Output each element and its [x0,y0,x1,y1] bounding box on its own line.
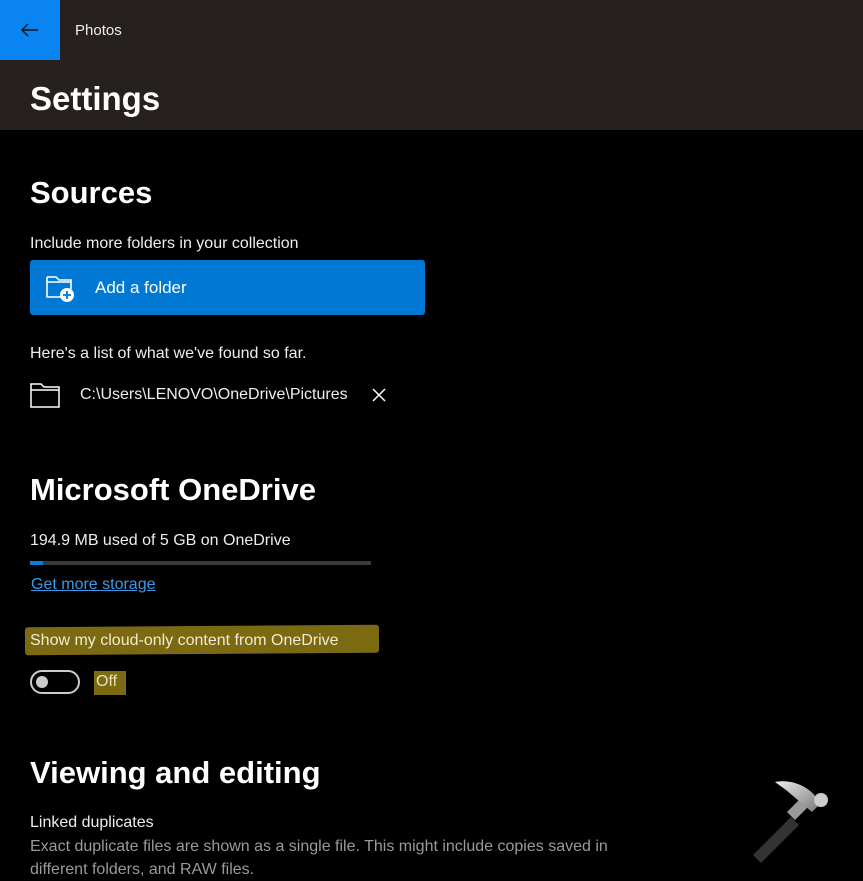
cloud-only-toggle[interactable] [30,670,80,694]
back-arrow-icon [21,23,38,37]
storage-usage-text: 194.9 MB used of 5 GB on OneDrive [30,532,291,549]
storage-progress-bar [30,561,371,565]
linked-duplicates-description: Exact duplicate files are shown as a sin… [30,838,608,855]
get-more-storage-link[interactable]: Get more storage [31,576,156,594]
onedrive-heading: Microsoft OneDrive [30,472,316,507]
folder-icon [30,383,60,408]
app-title: Photos [75,22,122,39]
back-button[interactable] [0,0,60,60]
page-title: Settings [30,80,161,117]
hammer-logo-icon [753,781,828,863]
viewing-editing-heading: Viewing and editing [30,755,321,790]
include-folders-label: Include more folders in your collection [30,235,299,252]
cloud-only-label: Show my cloud-only content from OneDrive [30,632,339,649]
storage-progress-fill [30,561,44,565]
add-folder-label: Add a folder [95,277,187,297]
linked-duplicates-description-2: different folders, and RAW files. [30,861,255,878]
toggle-knob [36,676,48,688]
linked-duplicates-label: Linked duplicates [30,814,154,831]
toggle-state-label: Off [96,673,118,690]
folder-list-item: C:\Users\LENOVO\OneDrive\Pictures [30,382,386,408]
sources-heading: Sources [30,175,153,210]
folder-add-icon [46,275,74,302]
title-bar: Photos Settings [0,0,863,130]
folder-path: C:\Users\LENOVO\OneDrive\Pictures [80,386,348,403]
found-label: Here's a list of what we've found so far… [30,345,307,362]
remove-folder-close-icon[interactable] [372,388,386,402]
add-folder-button[interactable]: Add a folder [30,260,425,315]
